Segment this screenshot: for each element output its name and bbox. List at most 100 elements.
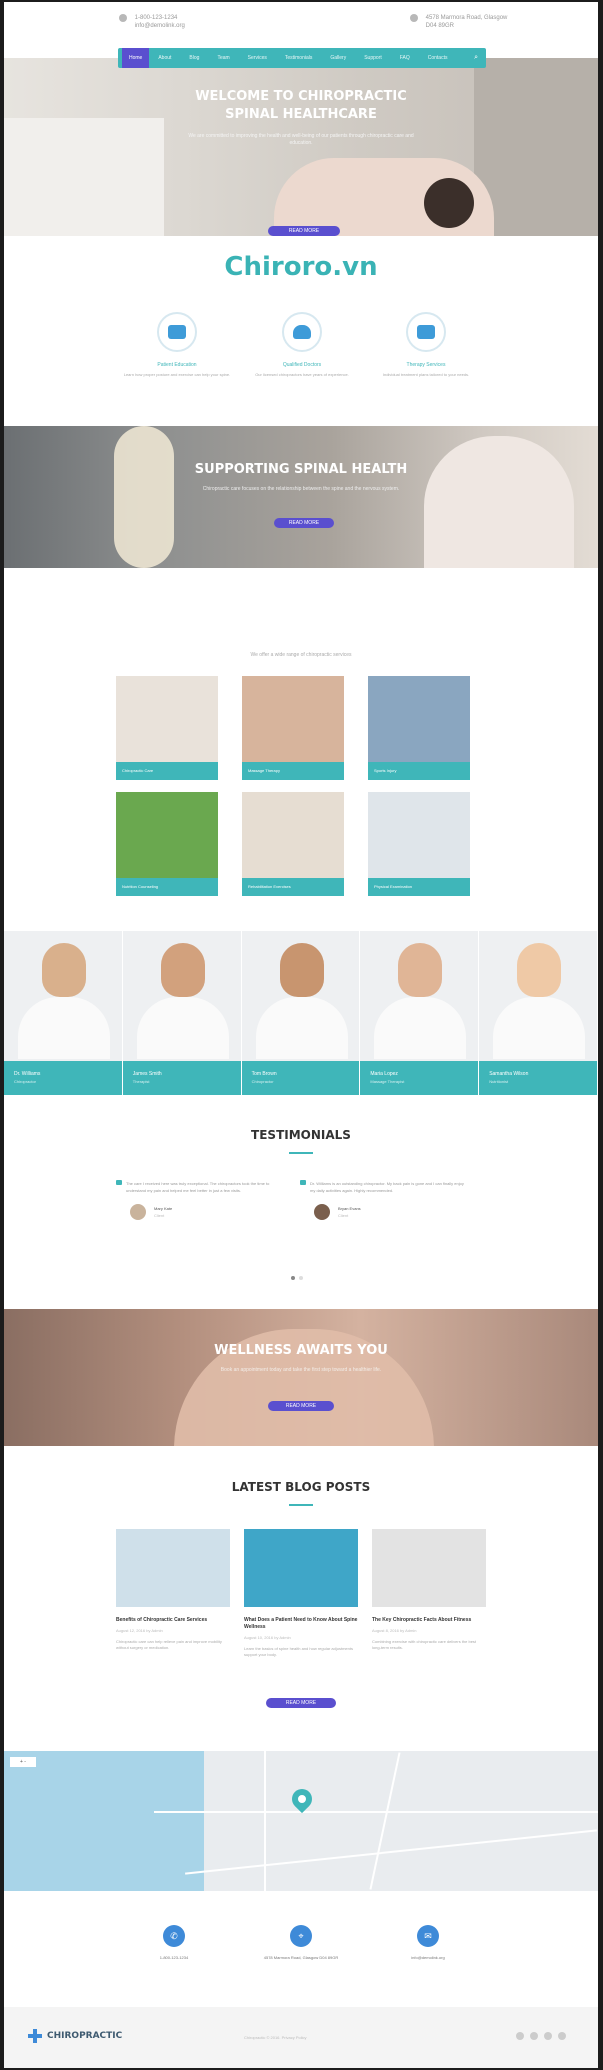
quote-icon [300,1180,306,1185]
feature-title[interactable]: Qualified Doctors [247,362,357,368]
address-contact: 4578 Marmora Road, Glasgow D04 89GR [410,14,507,30]
consultation-icon [157,312,197,352]
nav-item-contacts[interactable]: Contacts [419,48,457,68]
doctor-photo [42,943,86,997]
nav-item-testimonials[interactable]: Testimonials [276,48,322,68]
blog-post-title[interactable]: The Key Chiropractic Facts About Fitness [372,1617,486,1624]
doctor-coat [493,997,586,1059]
nav-item-team[interactable]: Team [208,48,238,68]
doctor-card[interactable]: James Smith Therapist [122,931,242,1095]
doctor-photo [398,943,443,997]
service-card[interactable]: Sports Injury [368,676,470,780]
blog-read-more-button[interactable]: READ MORE [266,1698,336,1708]
phone-contact[interactable]: 1-800-123-1234 info@demolink.org [119,14,185,30]
service-card[interactable]: Physical Examination [368,792,470,896]
map-road [185,1829,597,1875]
doctor-coat [18,997,110,1059]
blog-post-meta: August 12, 2016 by Admin [116,1628,163,1633]
blog-post: Benefits of Chiropractic Care Services A… [116,1529,230,1651]
blog-post-image[interactable] [116,1529,230,1607]
testimonial-quote: The care I received here was truly excep… [126,1181,270,1193]
service-card[interactable]: Nutrition Counseling [116,792,218,896]
doctor-photo [517,943,562,997]
pagination-dot[interactable] [299,1276,303,1280]
feature-title[interactable]: Therapy Services [371,362,481,368]
blog-post-meta: August 10, 2016 by Admin [244,1635,291,1640]
service-image [368,676,470,762]
wellness-title: WELLNESS AWAITS YOU [214,1343,388,1358]
twitter-icon[interactable] [530,2032,538,2040]
pagination-dot[interactable] [291,1276,295,1280]
wellness-banner: WELLNESS AWAITS YOU Book an appointment … [4,1309,598,1446]
nav-item-gallery[interactable]: Gallery [321,48,355,68]
spinal-health-text: Chiropractic care focuses on the relatio… [202,486,400,492]
feature-qualified-doctors: Qualified Doctors Our licensed chiroprac… [247,312,357,378]
doctor-coat [255,997,348,1059]
hero-background-shelf [4,118,164,236]
hero-title: WELCOME TO CHIROPRACTIC SPINAL HEALTHCARE [4,88,598,124]
contact-email-text[interactable]: info@demolink.org [368,1955,488,1961]
feature-title[interactable]: Patient Education [122,362,232,368]
nav-item-blog[interactable]: Blog [180,48,208,68]
service-card[interactable]: Massage Therapy [242,676,344,780]
doctor-name: James Smith [132,1071,162,1077]
service-card[interactable]: Chiropractic Care [116,676,218,780]
blog-post-excerpt: Combining exercise with chiropractic car… [372,1639,477,1650]
blog-post-title[interactable]: What Does a Patient Need to Know About S… [244,1617,358,1631]
doctor-role: Massage Therapist [370,1079,405,1084]
blog-post-image[interactable] [372,1529,486,1607]
testimonial-item: Dr. Williams is an outstanding chiroprac… [300,1180,470,1220]
map-road [369,1752,401,1890]
facebook-icon[interactable] [516,2032,524,2040]
map-water [4,1751,204,1891]
search-icon[interactable]: ⌕ [474,54,478,62]
map-pin-icon[interactable] [287,1784,317,1814]
blog-post-excerpt: Learn the basics of spine health and how… [244,1646,353,1657]
testimonials-divider [289,1152,313,1154]
hero-read-more-button[interactable]: READ MORE [268,226,340,236]
spinal-health-read-more-button[interactable]: READ MORE [274,518,334,528]
service-image [242,676,344,762]
service-image [242,792,344,878]
nav-item-about[interactable]: About [149,48,180,68]
doctor-role: Chiropractor [14,1079,37,1084]
doctor-name: Tom Brown [251,1071,277,1077]
contact-address-text: 4578 Marmora Road, Glasgow D04 89GR [263,1955,339,1960]
services-intro: We offer a wide range of chiropractic se… [250,652,352,658]
map-road [154,1811,598,1813]
feature-text: Learn how proper posture and exercise ca… [123,372,231,377]
doctor-name: Maria Lopez [370,1071,398,1077]
doctor-role: Nutritionist [489,1079,509,1084]
doctor-card[interactable]: Dr. Williams Chiropractor [4,931,123,1095]
nav-item-home[interactable]: Home [122,48,150,68]
service-card[interactable]: Rehabilitation Exercises [242,792,344,896]
google-icon[interactable] [544,2032,552,2040]
doctor-card[interactable]: Maria Lopez Massage Therapist [360,931,480,1095]
blog-post-excerpt: Chiropractic care can help relieve pain … [116,1639,222,1650]
doctor-card[interactable]: Tom Brown Chiropractor [241,931,361,1095]
contact-phone-text[interactable]: 1-800-123-1234 [114,1955,234,1961]
blog-post-title[interactable]: Benefits of Chiropractic Care Services [116,1617,230,1624]
location-map[interactable]: + - [4,1751,598,1891]
testimonial-name: Mary Kate [154,1206,173,1211]
nav-item-support[interactable]: Support [355,48,391,68]
wellness-read-more-button[interactable]: READ MORE [268,1401,334,1411]
avatar [130,1204,146,1220]
testimonial-pagination [291,1267,307,1285]
blog-post-image[interactable] [244,1529,358,1607]
doctor-name: Samantha Wilson [489,1071,529,1077]
footer-logo[interactable]: CHIROPRACTIC [28,2029,122,2043]
nav-item-faq[interactable]: FAQ [391,48,419,68]
service-label: Rehabilitation Exercises [242,878,344,896]
feature-patient-education: Patient Education Learn how proper postu… [122,312,232,378]
hero-title-line-2: SPINAL HEALTHCARE [225,107,377,122]
doctor-card[interactable]: Samantha Wilson Nutritionist [479,931,598,1095]
instagram-icon[interactable] [558,2032,566,2040]
patient-image [424,436,574,568]
footer-copyright: Chiropractic © 2016. Privacy Policy [244,2035,307,2040]
doctor-icon [282,312,322,352]
blog-post: What Does a Patient Need to Know About S… [244,1529,358,1658]
map-zoom-control[interactable]: + - [10,1757,36,1767]
footer-logo-text: CHIROPRACTIC [47,2031,123,2041]
nav-item-services[interactable]: Services [239,48,276,68]
